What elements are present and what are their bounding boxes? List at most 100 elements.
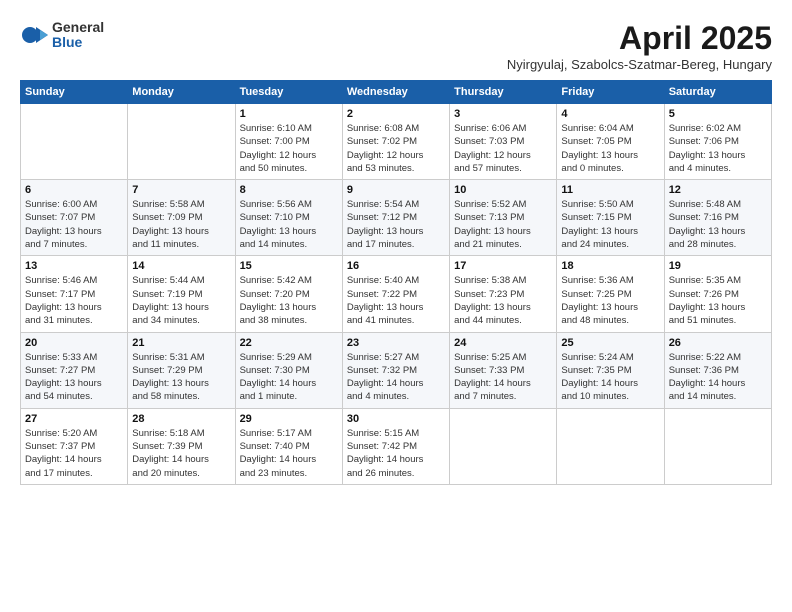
day-number: 1 [240, 108, 338, 120]
day-info: Sunrise: 6:06 AM Sunset: 7:03 PM Dayligh… [454, 122, 552, 175]
calendar-cell: 8Sunrise: 5:56 AM Sunset: 7:10 PM Daylig… [235, 180, 342, 256]
calendar-cell: 12 Sunrise: 5:48 AM Sunset: 7:16 PM Dayli… [664, 180, 771, 256]
day-info: Sunrise: 5:15 AM Sunset: 7:42 PM Dayligh… [347, 427, 445, 480]
day-info: Sunrise: 5:44 AM Sunset: 7:19 PM Dayligh… [132, 274, 230, 327]
day-info: Sunrise: 5:20 AM Sunset: 7:37 PM Dayligh… [25, 427, 123, 480]
month-title: April 2025 [507, 20, 772, 57]
day-info: Sunrise: 5:27 AM Sunset: 7:32 PM Dayligh… [347, 351, 445, 404]
calendar-cell: 14 Sunrise: 5:44 AM Sunset: 7:19 PM Dayli… [128, 256, 235, 332]
calendar-cell: 25 Sunrise: 5:24 AM Sunset: 7:35 PM Dayli… [557, 332, 664, 408]
calendar-week-row: 27 Sunrise: 5:20 AM Sunset: 7:37 PM Dayli… [21, 408, 772, 484]
calendar-cell: 9 Sunrise: 5:54 AM Sunset: 7:12 PM Daylig… [342, 180, 449, 256]
day-info: Sunrise: 6:04 AM Sunset: 7:05 PM Dayligh… [561, 122, 659, 175]
calendar-cell: 1 Sunrise: 6:10 AM Sunset: 7:00 PM Daylig… [235, 104, 342, 180]
day-info: Sunrise: 6:10 AM Sunset: 7:00 PM Dayligh… [240, 122, 338, 175]
page-header: General Blue April 2025 Nyirgyulaj, Szab… [20, 20, 772, 72]
day-of-week-header: Monday [128, 81, 235, 104]
location: Nyirgyulaj, Szabolcs-Szatmar-Bereg, Hung… [507, 57, 772, 72]
calendar-cell: 18 Sunrise: 5:36 AM Sunset: 7:25 PM Dayli… [557, 256, 664, 332]
day-number: 14 [132, 260, 230, 272]
calendar-cell [21, 104, 128, 180]
calendar-cell: 27 Sunrise: 5:20 AM Sunset: 7:37 PM Dayli… [21, 408, 128, 484]
day-info: Sunrise: 5:35 AM Sunset: 7:26 PM Dayligh… [669, 274, 767, 327]
logo-general: General [52, 20, 104, 35]
calendar-cell: 4 Sunrise: 6:04 AM Sunset: 7:05 PM Daylig… [557, 104, 664, 180]
day-number: 21 [132, 337, 230, 349]
day-number: 30 [347, 413, 445, 425]
day-info: Sunrise: 5:17 AM Sunset: 7:40 PM Dayligh… [240, 427, 338, 480]
calendar-cell: 21Sunrise: 5:31 AM Sunset: 7:29 PM Dayli… [128, 332, 235, 408]
day-info: Sunrise: 6:02 AM Sunset: 7:06 PM Dayligh… [669, 122, 767, 175]
title-block: April 2025 Nyirgyulaj, Szabolcs-Szatmar-… [507, 20, 772, 72]
day-info: Sunrise: 5:52 AM Sunset: 7:13 PM Dayligh… [454, 198, 552, 251]
day-info: Sunrise: 5:18 AM Sunset: 7:39 PM Dayligh… [132, 427, 230, 480]
day-number: 13 [25, 260, 123, 272]
calendar-cell: 26Sunrise: 5:22 AM Sunset: 7:36 PM Dayli… [664, 332, 771, 408]
day-number: 20 [25, 337, 123, 349]
calendar-cell [664, 408, 771, 484]
day-of-week-header: Friday [557, 81, 664, 104]
calendar-cell: 7 Sunrise: 5:58 AM Sunset: 7:09 PM Daylig… [128, 180, 235, 256]
day-info: Sunrise: 5:54 AM Sunset: 7:12 PM Dayligh… [347, 198, 445, 251]
day-number: 19 [669, 260, 767, 272]
day-info: Sunrise: 5:38 AM Sunset: 7:23 PM Dayligh… [454, 274, 552, 327]
day-number: 11 [561, 184, 659, 196]
logo-icon [20, 21, 48, 49]
calendar-cell: 3 Sunrise: 6:06 AM Sunset: 7:03 PM Daylig… [450, 104, 557, 180]
calendar-cell: 24 Sunrise: 5:25 AM Sunset: 7:33 PM Dayli… [450, 332, 557, 408]
calendar-cell: 28 Sunrise: 5:18 AM Sunset: 7:39 PM Dayli… [128, 408, 235, 484]
calendar-week-row: 20 Sunrise: 5:33 AM Sunset: 7:27 PM Dayli… [21, 332, 772, 408]
calendar-cell: 5Sunrise: 6:02 AM Sunset: 7:06 PM Daylig… [664, 104, 771, 180]
day-info: Sunrise: 5:22 AM Sunset: 7:36 PM Dayligh… [669, 351, 767, 404]
calendar-table: SundayMondayTuesdayWednesdayThursdayFrid… [20, 80, 772, 485]
day-number: 27 [25, 413, 123, 425]
logo-text: General Blue [52, 20, 104, 51]
day-number: 16 [347, 260, 445, 272]
calendar-cell: 6Sunrise: 6:00 AM Sunset: 7:07 PM Daylig… [21, 180, 128, 256]
calendar-header-row: SundayMondayTuesdayWednesdayThursdayFrid… [21, 81, 772, 104]
day-info: Sunrise: 5:40 AM Sunset: 7:22 PM Dayligh… [347, 274, 445, 327]
calendar-cell: 2Sunrise: 6:08 AM Sunset: 7:02 PM Daylig… [342, 104, 449, 180]
calendar-cell: 11 Sunrise: 5:50 AM Sunset: 7:15 PM Dayli… [557, 180, 664, 256]
day-number: 17 [454, 260, 552, 272]
logo-blue: Blue [52, 35, 104, 50]
day-number: 12 [669, 184, 767, 196]
calendar-cell: 23 Sunrise: 5:27 AM Sunset: 7:32 PM Dayli… [342, 332, 449, 408]
calendar-cell: 16 Sunrise: 5:40 AM Sunset: 7:22 PM Dayli… [342, 256, 449, 332]
day-info: Sunrise: 5:24 AM Sunset: 7:35 PM Dayligh… [561, 351, 659, 404]
day-info: Sunrise: 5:36 AM Sunset: 7:25 PM Dayligh… [561, 274, 659, 327]
calendar-cell [450, 408, 557, 484]
day-info: Sunrise: 5:56 AM Sunset: 7:10 PM Dayligh… [240, 198, 338, 251]
calendar-cell: 19 Sunrise: 5:35 AM Sunset: 7:26 PM Dayli… [664, 256, 771, 332]
day-of-week-header: Thursday [450, 81, 557, 104]
day-number: 4 [561, 108, 659, 120]
day-of-week-header: Tuesday [235, 81, 342, 104]
day-number: 10 [454, 184, 552, 196]
day-of-week-header: Saturday [664, 81, 771, 104]
day-number: 28 [132, 413, 230, 425]
calendar-cell: 30 Sunrise: 5:15 AM Sunset: 7:42 PM Dayli… [342, 408, 449, 484]
calendar-cell: 17 Sunrise: 5:38 AM Sunset: 7:23 PM Dayli… [450, 256, 557, 332]
logo: General Blue [20, 20, 104, 51]
day-number: 18 [561, 260, 659, 272]
day-number: 25 [561, 337, 659, 349]
calendar-cell: 20 Sunrise: 5:33 AM Sunset: 7:27 PM Dayli… [21, 332, 128, 408]
day-of-week-header: Sunday [21, 81, 128, 104]
calendar-week-row: 1 Sunrise: 6:10 AM Sunset: 7:00 PM Daylig… [21, 104, 772, 180]
day-number: 3 [454, 108, 552, 120]
day-number: 2 [347, 108, 445, 120]
day-info: Sunrise: 6:00 AM Sunset: 7:07 PM Dayligh… [25, 198, 123, 251]
day-info: Sunrise: 5:29 AM Sunset: 7:30 PM Dayligh… [240, 351, 338, 404]
day-number: 23 [347, 337, 445, 349]
day-number: 22 [240, 337, 338, 349]
day-number: 29 [240, 413, 338, 425]
day-info: Sunrise: 5:58 AM Sunset: 7:09 PM Dayligh… [132, 198, 230, 251]
day-info: Sunrise: 5:25 AM Sunset: 7:33 PM Dayligh… [454, 351, 552, 404]
day-number: 9 [347, 184, 445, 196]
day-info: Sunrise: 5:33 AM Sunset: 7:27 PM Dayligh… [25, 351, 123, 404]
day-number: 24 [454, 337, 552, 349]
day-info: Sunrise: 5:48 AM Sunset: 7:16 PM Dayligh… [669, 198, 767, 251]
day-info: Sunrise: 5:50 AM Sunset: 7:15 PM Dayligh… [561, 198, 659, 251]
day-number: 7 [132, 184, 230, 196]
calendar-cell: 29 Sunrise: 5:17 AM Sunset: 7:40 PM Dayli… [235, 408, 342, 484]
